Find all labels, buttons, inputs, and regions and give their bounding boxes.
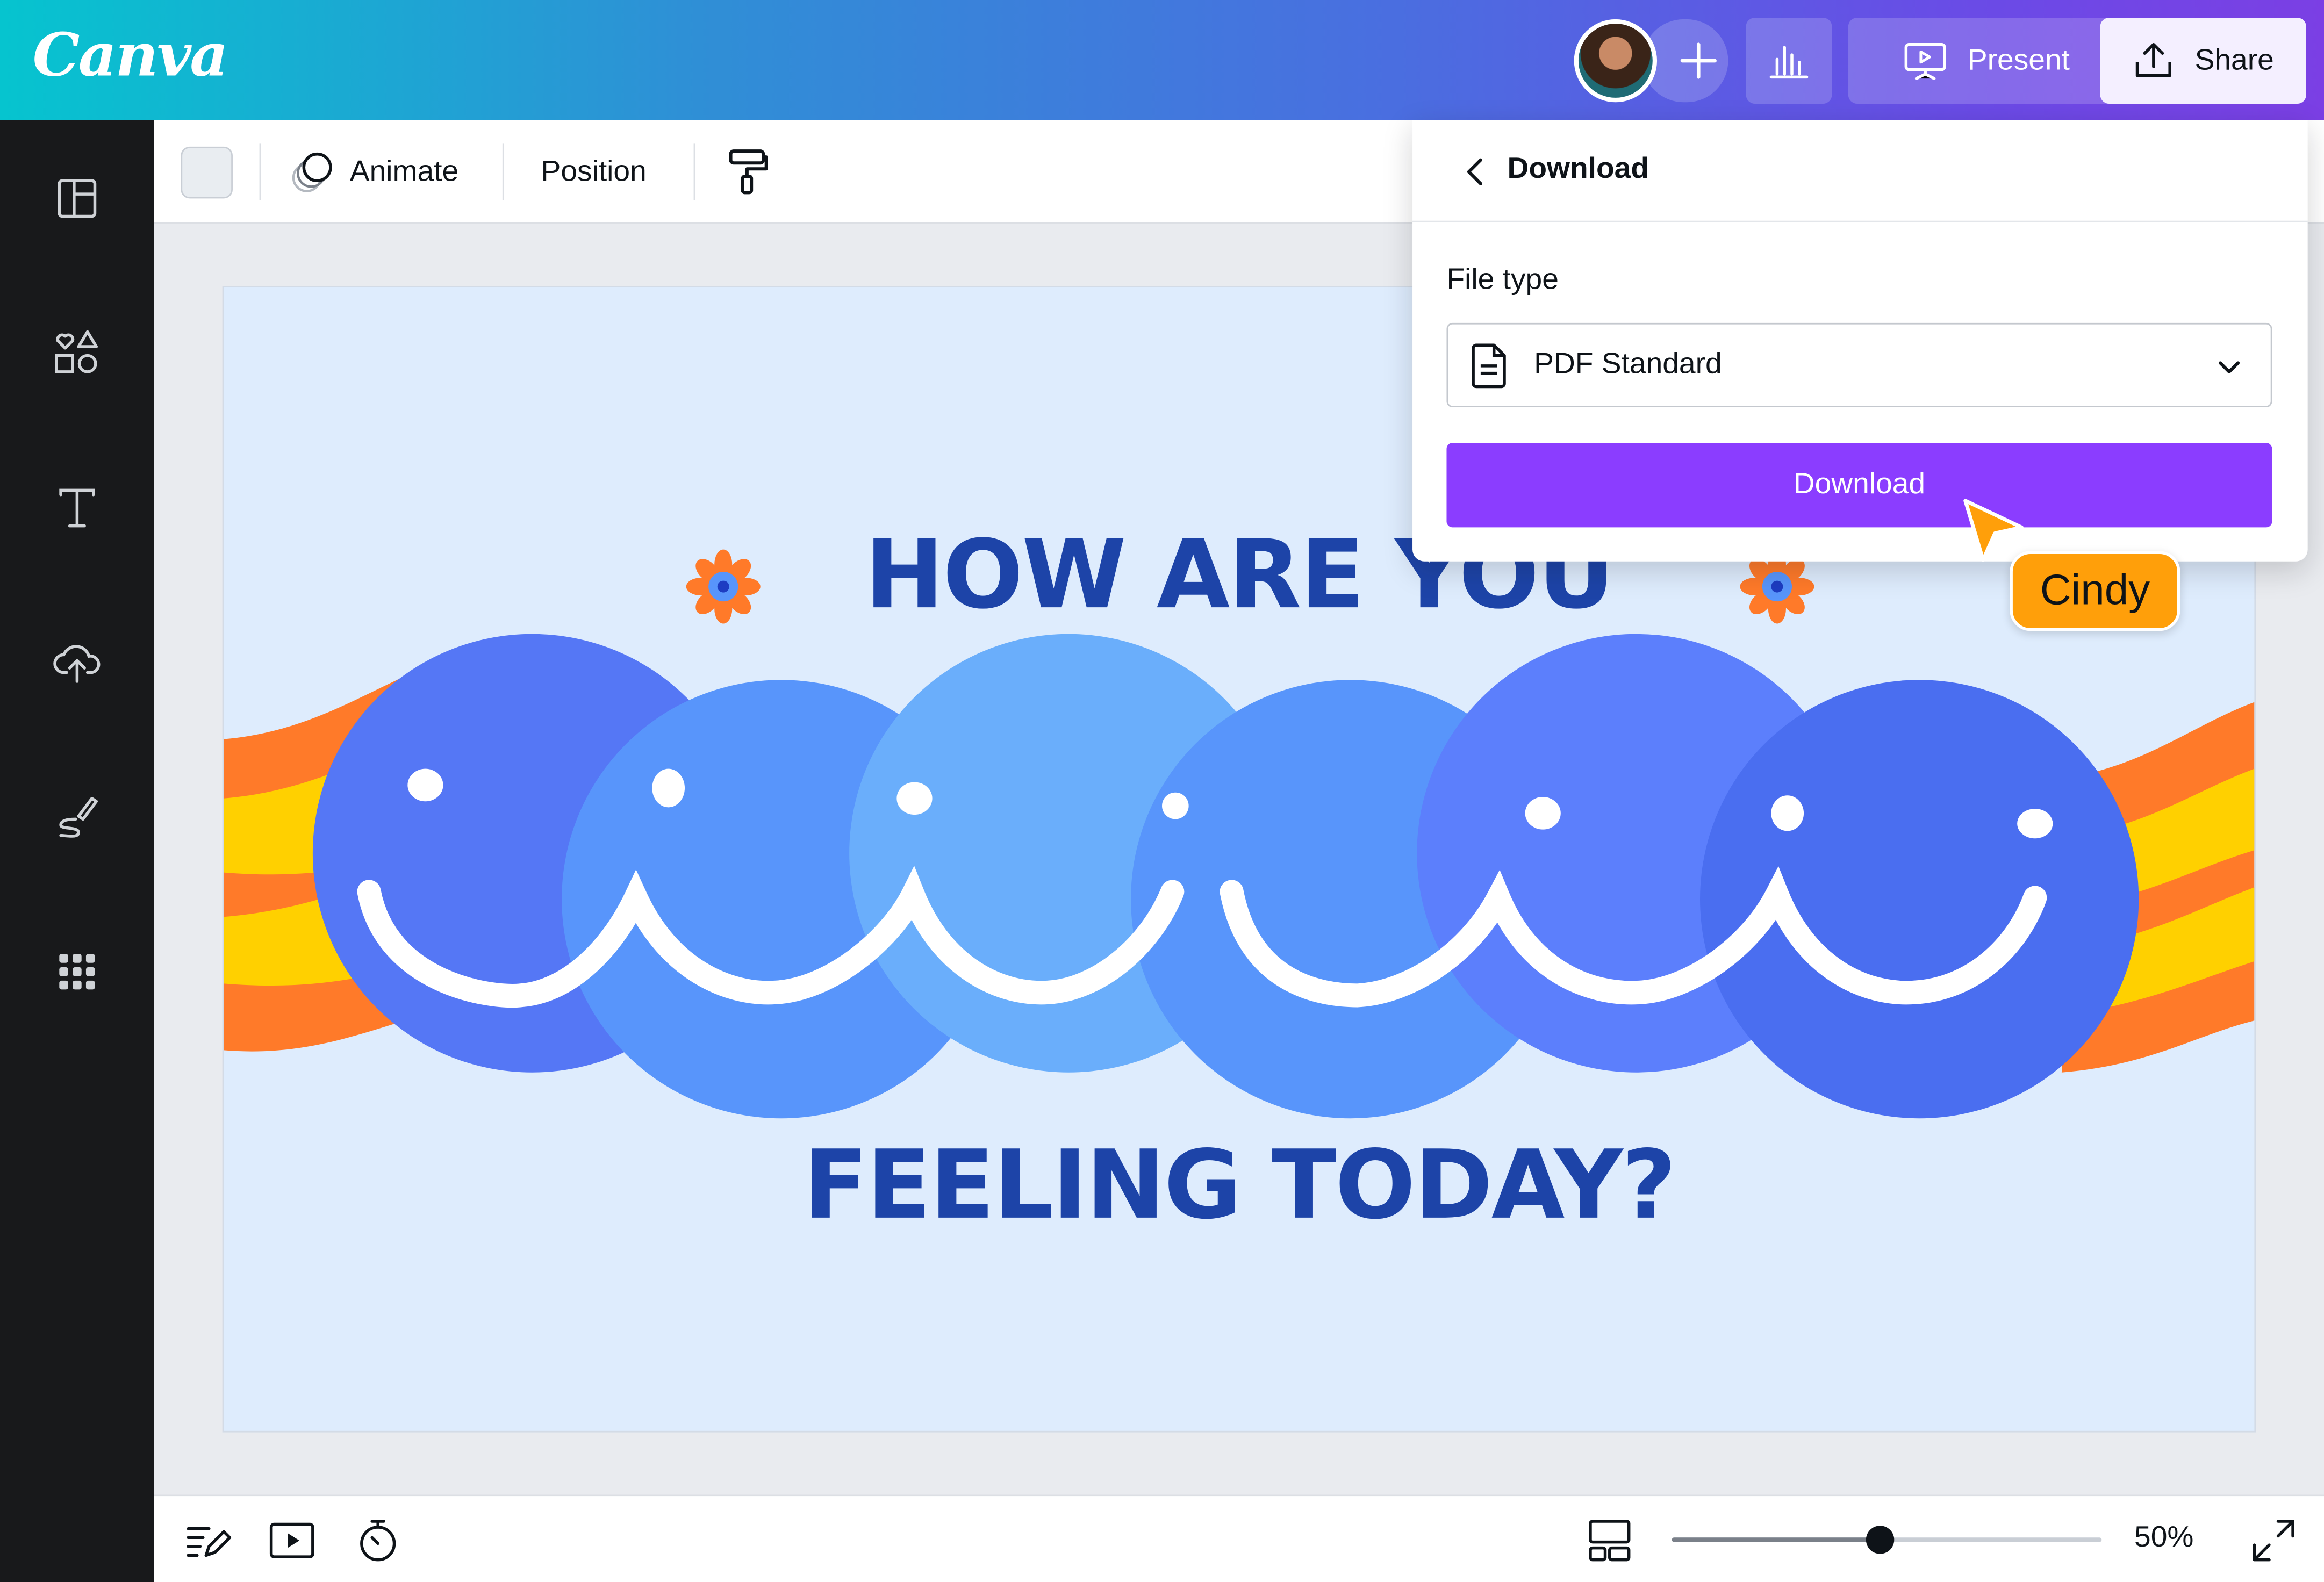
file-type-label: File type <box>1446 263 1559 297</box>
insights-button[interactable] <box>1746 18 1832 104</box>
background-color-swatch[interactable] <box>181 146 233 199</box>
timer-icon[interactable] <box>354 1517 401 1564</box>
position-button[interactable]: Position <box>541 147 647 197</box>
rail-item-draw[interactable] <box>47 787 106 846</box>
play-present-icon[interactable] <box>268 1517 315 1564</box>
present-button[interactable]: Present <box>1848 18 2124 104</box>
plus-icon <box>1680 42 1717 79</box>
user-avatar[interactable] <box>1574 19 1658 103</box>
templates-icon <box>58 179 97 218</box>
zoom-slider-fill <box>1672 1537 1880 1542</box>
share-upload-icon <box>2135 42 2171 77</box>
toolbar-divider <box>259 143 261 200</box>
draw-pen-icon <box>59 797 98 838</box>
toolbar-divider <box>693 143 695 200</box>
top-bar: Canva Present Share <box>0 0 2324 120</box>
zoom-slider[interactable] <box>1672 1526 2102 1554</box>
headline-bottom-text[interactable]: FEELING TODAY? <box>224 1132 2254 1241</box>
download-button[interactable]: Download <box>1446 443 2272 528</box>
rail-item-apps[interactable] <box>47 942 106 1001</box>
elements-shapes-icon <box>55 330 98 373</box>
download-panel-title: Download <box>1507 152 1649 185</box>
collaborator-name-tag: Cindy <box>2010 551 2180 631</box>
grid-view-icon[interactable] <box>1586 1517 1633 1564</box>
bar-chart-icon <box>1769 46 1809 79</box>
position-label: Position <box>541 155 647 188</box>
zoom-level[interactable]: 50% <box>2134 1521 2193 1555</box>
animate-button[interactable]: Animate <box>291 147 459 197</box>
paint-roller-icon <box>729 149 768 195</box>
download-panel-header: Download <box>1412 120 2308 222</box>
text-icon <box>59 488 95 528</box>
rail-item-uploads[interactable] <box>47 632 106 692</box>
rail-item-elements[interactable] <box>47 323 106 382</box>
rail-item-text[interactable] <box>47 478 106 537</box>
rail-item-templates[interactable] <box>47 169 106 228</box>
document-icon <box>1472 343 1506 389</box>
copy-style-button[interactable] <box>725 147 769 197</box>
notes-icon[interactable] <box>184 1517 232 1564</box>
cloud-upload-icon <box>53 645 101 683</box>
canva-editor: Canva Present Share Animate Position HOW… <box>0 0 2324 1582</box>
file-type-value: PDF Standard <box>1534 348 1722 381</box>
download-panel: Download File type PDF Standard Download <box>1412 120 2308 562</box>
share-button[interactable]: Share <box>2100 18 2306 104</box>
animate-icon <box>292 152 332 192</box>
canva-logo[interactable]: Canva <box>33 21 228 91</box>
animate-label: Animate <box>349 155 459 188</box>
apps-grid-icon <box>59 954 95 990</box>
bottom-bar: 50% <box>154 1494 2324 1582</box>
share-label: Share <box>2194 44 2274 76</box>
present-label: Present <box>1967 44 2070 76</box>
chevron-down-icon <box>2218 361 2240 373</box>
present-screen-icon <box>1904 42 1946 80</box>
side-panel-rail <box>0 120 154 1582</box>
file-type-select[interactable]: PDF Standard <box>1446 322 2272 408</box>
toolbar-divider <box>502 143 504 200</box>
zoom-slider-handle[interactable] <box>1866 1526 1895 1554</box>
fullscreen-expand-icon[interactable] <box>2250 1517 2297 1564</box>
chevron-left-icon[interactable] <box>1454 149 1498 194</box>
